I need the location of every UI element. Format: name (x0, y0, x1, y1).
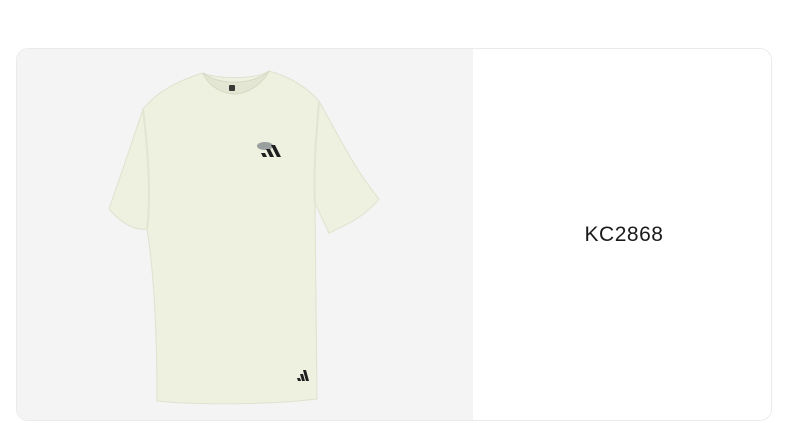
product-code: KC2868 (584, 222, 664, 246)
product-info-panel: KC2868 (473, 49, 771, 420)
product-card[interactable]: KC2868 (16, 48, 772, 421)
product-image-panel[interactable] (17, 49, 473, 420)
tshirt-icon (108, 70, 380, 405)
